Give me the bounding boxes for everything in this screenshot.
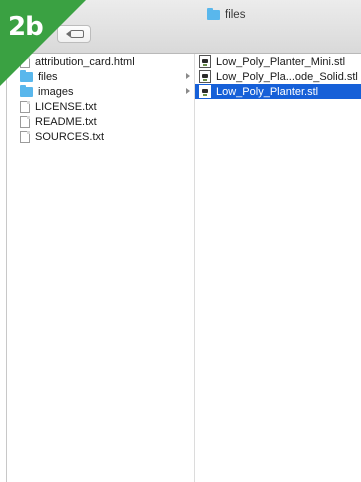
file-name: Low_Poly_Pla...ode_Solid.stl [216,70,358,83]
folder-name: images [38,85,74,98]
list-item-images[interactable]: images [14,84,194,99]
list-item-readme[interactable]: README.txt [14,114,194,129]
file-name: SOURCES.txt [35,130,105,143]
window-title-text: files [225,9,246,21]
step-badge-label: 2b [8,12,44,42]
stl-file-icon [199,55,211,68]
file-name: LICENSE.txt [35,100,97,113]
column-1[interactable]: attribution_card.html files images LICEN… [14,54,195,482]
list-item-stl-solid[interactable]: Low_Poly_Pla...ode_Solid.stl [195,69,361,84]
disclosure-arrow-icon [186,88,190,94]
folder-icon [20,85,33,97]
list-item-stl-mini[interactable]: Low_Poly_Planter_Mini.stl [195,54,361,69]
stl-file-icon [199,70,211,83]
column-2[interactable]: Low_Poly_Planter_Mini.stl Low_Poly_Pla..… [195,54,361,482]
file-name: README.txt [35,115,97,128]
document-icon [20,115,30,128]
list-item-sources[interactable]: SOURCES.txt [14,129,194,144]
disclosure-arrow-icon [186,73,190,79]
file-name: Low_Poly_Planter_Mini.stl [216,55,346,68]
file-name: Low_Poly_Planter.stl [216,85,319,98]
window-title: files [207,8,246,21]
list-item-stl-planter[interactable]: Low_Poly_Planter.stl [195,84,361,99]
stl-file-icon [199,85,211,98]
list-item-license[interactable]: LICENSE.txt [14,99,194,114]
document-icon [20,130,30,143]
folder-icon [207,8,220,20]
document-icon [20,100,30,113]
